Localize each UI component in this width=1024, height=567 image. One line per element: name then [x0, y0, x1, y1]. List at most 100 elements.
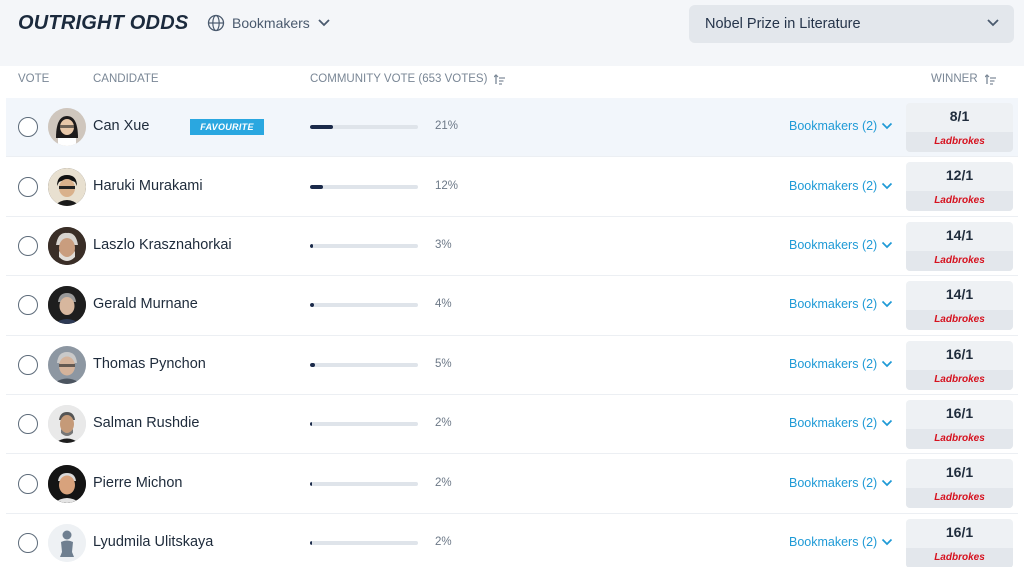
- bookmakers-expand-link[interactable]: Bookmakers (2): [789, 297, 893, 311]
- candidate-name: Salman Rushdie: [93, 415, 200, 432]
- community-vote-percent: 2%: [435, 535, 452, 548]
- candidate-name: Lyudmila Ulitskaya: [93, 533, 214, 550]
- column-winner[interactable]: WINNER: [931, 73, 997, 85]
- bookmaker-logo: Ladbrokes: [906, 547, 1013, 567]
- bookmakers-expand-link[interactable]: Bookmakers (2): [789, 179, 893, 193]
- bookmakers-expand-link[interactable]: Bookmakers (2): [789, 416, 893, 430]
- odds-value: 16/1: [945, 404, 974, 421]
- chevron-down-icon: [882, 479, 893, 486]
- page-title: OUTRIGHT ODDS: [18, 12, 189, 34]
- avatar: [48, 405, 86, 444]
- avatar: [48, 226, 86, 265]
- bookmakers-expand-link[interactable]: Bookmakers (2): [789, 238, 893, 252]
- chevron-down-icon: [882, 123, 893, 130]
- bookmakers-expand-link[interactable]: Bookmakers (2): [789, 476, 893, 490]
- odds-button[interactable]: 16/1 Ladbrokes: [906, 340, 1013, 390]
- chevron-down-icon: [987, 19, 999, 27]
- vote-radio[interactable]: [18, 117, 38, 138]
- community-vote-percent: 2%: [435, 476, 452, 489]
- chevron-down-icon: [882, 241, 893, 249]
- candidate-name: Laszlo Krasznahorkai: [93, 236, 232, 253]
- table-row: Gerald Murnane 4% Bookmakers (2) 14/1 La…: [6, 276, 1018, 336]
- bookmakers-link-label: Bookmakers (2): [789, 534, 878, 549]
- community-vote-percent: 21%: [435, 120, 459, 133]
- community-vote-fill: [310, 184, 323, 189]
- table-row: Salman Rushdie 2% Bookmakers (2) 16/1 La…: [6, 395, 1018, 455]
- vote-radio[interactable]: [18, 176, 38, 197]
- table-row: Thomas Pynchon 5% Bookmakers (2) 16/1 La…: [6, 336, 1018, 395]
- table-row: Lyudmila Ulitskaya 2% Bookmakers (2) 16/…: [6, 514, 1018, 567]
- vote-radio[interactable]: [18, 235, 38, 256]
- odds-button[interactable]: 14/1 Ladbrokes: [906, 281, 1013, 331]
- column-candidate: CANDIDATE: [93, 73, 159, 85]
- community-vote-bar: [310, 125, 418, 130]
- candidate-name: Thomas Pynchon: [93, 355, 206, 372]
- odds-value: 14/1: [945, 226, 974, 243]
- vote-radio[interactable]: [18, 473, 38, 494]
- odds-button[interactable]: 16/1 Ladbrokes: [906, 518, 1013, 567]
- top-bar: OUTRIGHT ODDS Bookmakers Nobel Prize in …: [0, 0, 1024, 66]
- vote-radio[interactable]: [18, 295, 38, 316]
- bookmakers-filter[interactable]: Bookmakers: [207, 14, 331, 32]
- community-vote-fill: [310, 540, 313, 545]
- community-vote-bar: [310, 540, 418, 545]
- odds-button[interactable]: 8/1 Ladbrokes: [906, 103, 1013, 152]
- table-header: VOTE CANDIDATE COMMUNITY VOTE (653 VOTES…: [0, 66, 1024, 96]
- odds-button[interactable]: 12/1 Ladbrokes: [906, 162, 1013, 212]
- community-vote-fill: [310, 125, 333, 130]
- table-row: Laszlo Krasznahorkai 3% Bookmakers (2) 1…: [6, 217, 1018, 277]
- column-winner-label: WINNER: [931, 73, 978, 85]
- community-vote-fill: [310, 422, 313, 427]
- chevron-down-icon: [318, 19, 330, 27]
- odds-value: 14/1: [945, 286, 974, 303]
- bookmakers-link-label: Bookmakers (2): [789, 297, 878, 312]
- bookmakers-expand-link[interactable]: Bookmakers (2): [789, 119, 893, 133]
- avatar: [48, 523, 86, 562]
- odds-value: 12/1: [945, 167, 974, 184]
- bookmakers-link-label: Bookmakers (2): [789, 356, 878, 371]
- chevron-down-icon: [882, 360, 893, 367]
- vote-radio[interactable]: [18, 414, 38, 435]
- odds-button[interactable]: 16/1 Ladbrokes: [906, 459, 1013, 509]
- avatar: [48, 108, 86, 147]
- bookmaker-logo: Ladbrokes: [906, 310, 1013, 331]
- chevron-down-icon: [882, 420, 893, 427]
- community-vote-fill: [310, 481, 313, 486]
- bookmakers-expand-link[interactable]: Bookmakers (2): [789, 357, 893, 371]
- avatar: [48, 286, 86, 325]
- bookmaker-logo: Ladbrokes: [906, 369, 1013, 390]
- bookmakers-filter-label: Bookmakers: [232, 15, 310, 31]
- community-vote-percent: 2%: [435, 417, 452, 430]
- bookmakers-expand-link[interactable]: Bookmakers (2): [789, 535, 893, 549]
- column-community-vote[interactable]: COMMUNITY VOTE (653 VOTES): [310, 73, 506, 85]
- community-vote-bar: [310, 422, 418, 427]
- bookmakers-link-label: Bookmakers (2): [789, 475, 878, 490]
- odds-value: 16/1: [945, 523, 974, 540]
- table-row: Haruki Murakami 12% Bookmakers (2) 12/1 …: [6, 157, 1018, 217]
- odds-value: 16/1: [945, 464, 974, 481]
- community-vote-fill: [310, 303, 315, 308]
- market-select[interactable]: Nobel Prize in Literature: [689, 5, 1014, 43]
- community-vote-percent: 12%: [435, 179, 459, 192]
- odds-button[interactable]: 14/1 Ladbrokes: [906, 221, 1013, 271]
- community-vote-bar: [310, 303, 418, 308]
- candidate-name: Gerald Murnane: [93, 296, 198, 313]
- table-row: Can Xue FAVOURITE 21% Bookmakers (2) 8/1…: [6, 98, 1018, 158]
- vote-radio[interactable]: [18, 354, 38, 375]
- odds-button[interactable]: 16/1 Ladbrokes: [906, 399, 1013, 449]
- vote-radio[interactable]: [18, 532, 38, 553]
- candidates-table: Can Xue FAVOURITE 21% Bookmakers (2) 8/1…: [6, 98, 1018, 567]
- community-vote-percent: 5%: [435, 357, 452, 370]
- chevron-down-icon: [882, 301, 893, 308]
- bookmakers-link-label: Bookmakers (2): [789, 237, 878, 252]
- community-vote-percent: 4%: [435, 298, 452, 311]
- community-vote-fill: [310, 362, 316, 367]
- odds-value: 8/1: [949, 108, 970, 124]
- community-vote-bar: [310, 243, 418, 248]
- odds-value: 16/1: [945, 345, 974, 362]
- avatar: [48, 345, 86, 384]
- candidate-name: Haruki Murakami: [93, 177, 203, 194]
- column-community-vote-label: COMMUNITY VOTE (653 VOTES): [310, 73, 488, 85]
- community-vote-fill: [310, 243, 314, 248]
- table-row: Pierre Michon 2% Bookmakers (2) 16/1 Lad…: [6, 454, 1018, 514]
